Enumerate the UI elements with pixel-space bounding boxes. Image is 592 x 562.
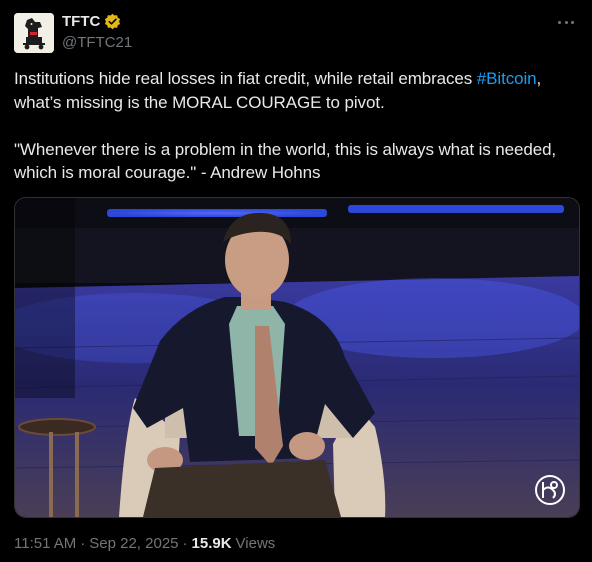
author-name-row[interactable]: TFTC (62, 13, 121, 30)
verified-badge-icon (105, 13, 121, 30)
tweet-metadata: 11:51 AM · Sep 22, 2025 · 15.9K Views (14, 535, 275, 552)
hashtag-link[interactable]: #Bitcoin (477, 69, 537, 88)
tweet-date[interactable]: Sep 22, 2025 (89, 535, 178, 552)
author-handle[interactable]: @TFTC21 (62, 34, 132, 51)
views-label: Views (235, 535, 276, 552)
video-media[interactable] (14, 197, 580, 518)
meta-separator: · (182, 535, 188, 552)
trojan-horse-logo-icon (14, 13, 54, 53)
tweet-text-segment: , (536, 69, 542, 88)
tweet-time[interactable]: 11:51 AM (14, 535, 76, 552)
tweet-line-2: what’s missing is the MORAL COURAGE to p… (14, 92, 385, 112)
quote-line-1: "Whenever there is a problem in the worl… (14, 139, 557, 159)
circle-monogram-icon (535, 475, 565, 505)
quote-line-2: which is moral courage." - Andrew Hohns (14, 163, 321, 182)
views-count[interactable]: 15.9K (192, 535, 232, 552)
tweet-text-segment: Institutions hide real losses in fiat cr… (14, 69, 477, 88)
author-display-name[interactable]: TFTC (62, 13, 100, 30)
tweet-line-1: Institutions hide real losses in fiat cr… (14, 67, 580, 91)
tweet-card: TFTC @TFTC21 Institutions hide real loss… (0, 0, 592, 562)
meta-separator: · (80, 535, 86, 552)
video-still-image (15, 198, 579, 517)
avatar[interactable] (14, 13, 54, 53)
more-options-icon[interactable] (556, 12, 576, 32)
tweet-text: Institutions hide real losses in fiat cr… (14, 67, 580, 185)
